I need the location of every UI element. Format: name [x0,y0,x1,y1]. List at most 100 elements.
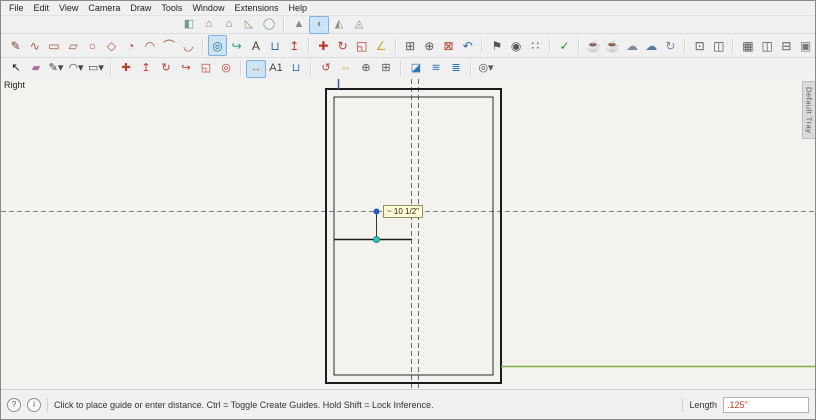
menu-draw[interactable]: Draw [125,3,156,13]
dimension-icon[interactable]: A1 [266,60,286,78]
menu-tools[interactable]: Tools [156,3,187,13]
frame-view-icon[interactable]: ⊟ [777,35,796,56]
shape-tools-icon[interactable]: ▭▾ [86,60,106,78]
menu-extensions[interactable]: Extensions [229,3,283,13]
shape-house-icon[interactable]: ⌂ [199,16,219,34]
toolbar-separator [481,38,484,53]
menu-window[interactable]: Window [187,3,229,13]
toolbar-separator [240,61,242,76]
previous-view-icon[interactable]: ↶ [458,35,477,56]
follow-me-tool-icon[interactable]: ↪ [227,35,246,56]
styles-selector-icon[interactable]: ◎▾ [476,60,496,78]
model-checkup-icon[interactable]: ✓ [555,35,574,56]
pencil-tool-icon[interactable]: ✎ [6,35,25,56]
arc-tools-icon[interactable]: ◠▾ [66,60,86,78]
look-around-icon[interactable]: ◉ [507,35,526,56]
paint-icon[interactable]: ⊔ [286,60,306,78]
eraser-tool-icon[interactable]: ▰ [26,60,46,78]
rotated-rectangle-tool-icon[interactable]: ▱ [64,35,83,56]
length-input[interactable] [723,396,809,413]
cloud-upload-icon[interactable]: ☁ [622,35,641,56]
polygon-tool-icon[interactable]: ◇ [102,35,121,56]
shape-cone-icon[interactable]: ▲ [289,16,309,34]
split-view-icon[interactable]: ◫ [758,35,777,56]
export-doc-icon[interactable]: ⊡ [690,35,709,56]
shape-gable-icon[interactable]: ⌂ [219,16,239,34]
move-icon[interactable]: ✚ [116,60,136,78]
tape-measure-icon[interactable]: ↔ [246,59,266,78]
toolbar-large-tool-set: ↖ ▰ ✎▾ ◠▾ ▭▾ ✚ ↥ ↻ ↪ ◱ ◎ ↔ A1 ⊔ ↺ ⇔ ⊕ ⊞ ◪ ≋ ≣ ◎▾ [1,58,815,80]
scale-tool-icon[interactable]: ◱ [352,35,371,56]
default-tray-tab[interactable]: Default Tray [802,81,815,139]
sketchup-window: File Edit View Camera Draw Tools Window Extensi… [0,0,816,420]
select-tool-icon[interactable]: ↖ [6,60,26,78]
instructor-icon[interactable]: i [27,397,41,412]
cloud-sync-icon[interactable]: ↻ [661,35,680,56]
menu-edit[interactable]: Edit [29,3,55,13]
menu-help[interactable]: Help [283,3,312,13]
circle-tool-icon[interactable]: ○ [83,35,102,56]
zoom-window-icon[interactable]: ⊞ [401,35,420,56]
freehand-tool-icon[interactable]: ∿ [25,35,44,56]
zoom-icon[interactable]: ⊕ [356,60,376,78]
shape-dome-icon[interactable]: ◖ [309,15,329,34]
toolbar-separator [307,38,310,53]
panel-outer-edge [325,88,502,384]
two-point-arc-icon[interactable]: ⌒ [160,35,179,56]
three-point-arc-icon[interactable]: ◡ [179,35,198,56]
push-pull-icon[interactable]: ↥ [136,60,156,78]
help-icon[interactable]: ? [7,397,21,412]
grid-view-icon[interactable]: ▦ [738,35,757,56]
menu-file[interactable]: File [4,3,29,13]
render-settings-icon[interactable]: ☕ [603,35,622,56]
zoom-tool-icon[interactable]: ⊕ [420,35,439,56]
section-fill-icon[interactable]: ≋ [426,60,446,78]
shape-shed-icon[interactable]: ◺ [239,16,259,34]
pie-tool-icon[interactable]: ◔ [121,35,140,56]
shape-cylinder-icon[interactable]: ◯ [259,16,279,34]
line-tools-icon[interactable]: ✎▾ [46,60,66,78]
zoom-extents-tool-icon[interactable]: ⊞ [376,60,396,78]
shape-prism-icon[interactable]: ◬ [349,16,369,34]
offset-tool-icon[interactable]: ◎ [207,35,228,56]
shape-pyramid-icon[interactable]: ◭ [329,16,349,34]
toolbar-separator [578,38,581,53]
shape-box-icon[interactable]: ◧ [179,16,199,34]
send-to-layout-icon[interactable]: ◫ [709,35,728,56]
section-display-icon[interactable]: ≣ [446,60,466,78]
pan-icon[interactable]: ⇔ [336,60,356,78]
scale-icon[interactable]: ◱ [196,60,216,78]
menu-camera[interactable]: Camera [83,3,125,13]
orbit-icon[interactable]: ↺ [316,60,336,78]
text-a1-tool-icon[interactable]: A [246,35,265,56]
toolbar-separator [684,38,686,53]
toolbar-separator [732,38,735,53]
arc-tool-icon[interactable]: ◠ [140,35,159,56]
rectangle-tool-icon[interactable]: ▭ [44,35,63,56]
walk-tool-icon[interactable]: ∷ [526,35,545,56]
toolbar-separator [283,17,285,32]
drawing-canvas[interactable]: Right ~ 10 1/2" Default Tray [1,79,815,389]
paint-bucket-tool-icon[interactable]: ⊔ [265,35,284,56]
section-plane-icon[interactable]: ◪ [406,60,426,78]
toolbar-main: ✎ ∿ ▭ ▱ ○ ◇ ◔ ◠ ⌒ ◡ ◎ ↪ A ⊔ ↥ ✚ ↻ ◱ ∠ ⊞ ⊕ ⊠ ↶ ⚑ ◉ ∷ ✓ ☕ ☕ ☁ ☁ ↻ ⊡ ◫ ▦ ◫ ⊟ ▣ [1,34,815,58]
push-pull-tool-icon[interactable]: ↥ [285,35,304,56]
zoom-extents-icon[interactable]: ⊠ [439,35,458,56]
menu-view[interactable]: View [54,3,83,13]
position-camera-icon[interactable]: ⚑ [487,35,506,56]
toolbar-separator [400,61,402,76]
protractor-tool-icon[interactable]: ∠ [371,35,390,56]
toolbar-separator [310,61,312,76]
model-viewport[interactable] [1,79,815,389]
offset-icon[interactable]: ◎ [216,60,236,78]
follow-me-icon[interactable]: ↪ [176,60,196,78]
rotate-icon[interactable]: ↻ [156,60,176,78]
render-teapot-icon[interactable]: ☕ [584,35,603,56]
move-tool-icon[interactable]: ✚ [314,35,333,56]
guide-start-point [373,208,380,215]
cloud-render-icon[interactable]: ☁ [642,35,661,56]
rotate-tool-icon[interactable]: ↻ [333,35,352,56]
toolbar-separator [394,38,397,53]
lock-icon[interactable]: ▣ [796,35,815,56]
toolbar-separator [470,61,472,76]
